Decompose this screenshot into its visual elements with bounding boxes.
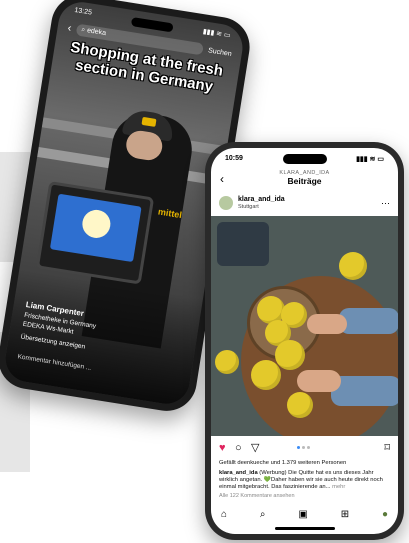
page-title: Beiträge bbox=[287, 176, 322, 186]
bottom-tab-bar: ⌂ ⌕ ▣ ⊞ ● bbox=[221, 509, 388, 520]
carousel-dot bbox=[307, 446, 310, 449]
caption-username[interactable]: klara_and_ida bbox=[219, 470, 258, 476]
status-icons: ▮▮▮ ≋ ▭ bbox=[356, 156, 384, 163]
search-query-text: edeka bbox=[86, 27, 107, 38]
hand bbox=[297, 370, 341, 392]
quince-fruit bbox=[215, 350, 239, 374]
comment-icon[interactable]: ○ bbox=[235, 442, 242, 454]
post-screen: 10:59 ▮▮▮ ≋ ▭ ‹ KLARA_AND_IDA Beiträge k… bbox=[211, 148, 398, 534]
author-name[interactable]: klara_and_ida bbox=[238, 196, 285, 204]
page-header: KLARA_AND_IDA Beiträge bbox=[211, 170, 398, 186]
scale-screen bbox=[49, 193, 142, 263]
quince-fruit bbox=[339, 252, 367, 280]
sleeve bbox=[339, 308, 398, 334]
jar-decoration bbox=[217, 222, 269, 266]
carousel-dot-active bbox=[297, 446, 300, 449]
front-phone: 10:59 ▮▮▮ ≋ ▭ ‹ KLARA_AND_IDA Beiträge k… bbox=[205, 142, 404, 540]
likes-count[interactable]: Gefällt deenkueche und 1.379 weiteren Pe… bbox=[219, 460, 392, 466]
status-time: 13:25 bbox=[73, 6, 93, 17]
profile-icon[interactable]: ● bbox=[382, 509, 388, 520]
bookmark-icon[interactable]: ⌑ bbox=[384, 442, 390, 454]
home-icon[interactable]: ⌂ bbox=[221, 509, 227, 520]
shop-icon[interactable]: ⊞ bbox=[341, 509, 349, 520]
post-image[interactable] bbox=[211, 216, 398, 436]
status-time: 10:59 bbox=[225, 155, 243, 162]
home-indicator bbox=[274, 527, 335, 530]
reels-icon[interactable]: ▣ bbox=[298, 509, 307, 520]
quince-fruit bbox=[287, 392, 313, 418]
post-actions: ♥ ○ ▽ ⌑ bbox=[219, 442, 390, 456]
heart-icon[interactable]: ♥ bbox=[219, 442, 226, 454]
more-options-icon[interactable]: ⋯ bbox=[381, 198, 390, 209]
status-icons: ▮▮▮ ≋ ▭ bbox=[202, 28, 231, 40]
scale-display bbox=[35, 181, 155, 285]
share-icon[interactable]: ▽ bbox=[251, 442, 259, 454]
carousel-dot bbox=[302, 446, 305, 449]
search-icon[interactable]: ⌕ bbox=[260, 509, 266, 520]
quince-fruit bbox=[251, 360, 281, 390]
fruit-image bbox=[80, 207, 113, 240]
view-comments-link[interactable]: Alle 122 Kommentare ansehen bbox=[219, 493, 295, 499]
search-button[interactable]: Suchen bbox=[208, 47, 233, 58]
sleeve bbox=[331, 376, 398, 406]
location[interactable]: Stuttgart bbox=[238, 204, 285, 210]
status-bar: 10:59 ▮▮▮ ≋ ▭ bbox=[225, 155, 384, 163]
avatar[interactable] bbox=[219, 196, 233, 210]
hand bbox=[307, 314, 347, 334]
caption-more-link[interactable]: mehr bbox=[332, 484, 345, 490]
back-icon[interactable]: ‹ bbox=[67, 22, 73, 34]
post-author-row: klara_and_ida Stuttgart ⋯ bbox=[219, 196, 390, 210]
carousel-indicator bbox=[297, 446, 310, 449]
post-caption: klara_and_ida (Werbung) Die Quitte hat e… bbox=[219, 470, 392, 491]
search-icon: ⌕ bbox=[80, 26, 86, 34]
quince-fruit bbox=[275, 340, 305, 370]
